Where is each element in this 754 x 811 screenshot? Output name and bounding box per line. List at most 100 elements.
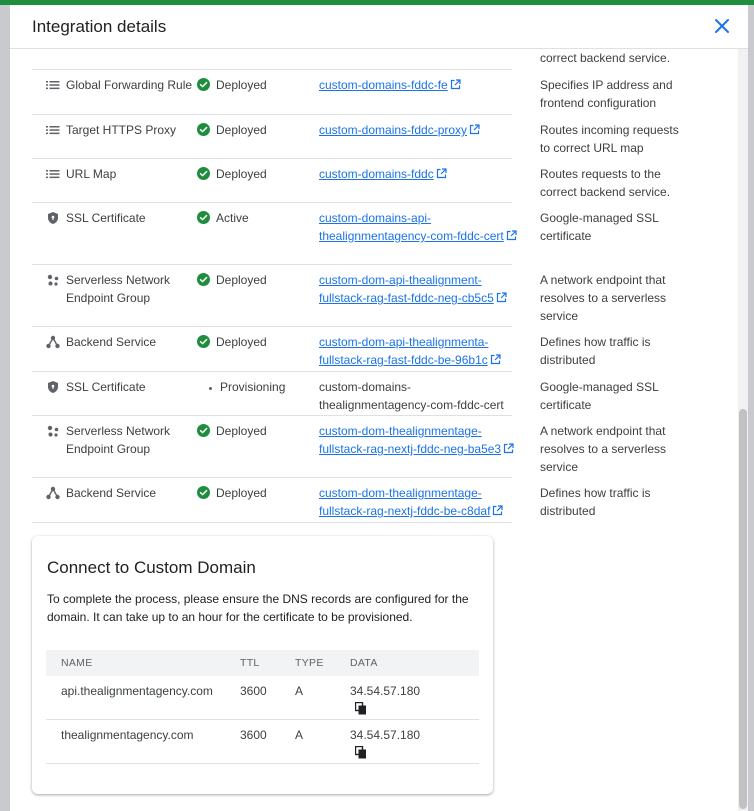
resource-description: correct backend service.	[540, 51, 671, 65]
table-row: URL Map Deployed custom-domains-fddc Routes…	[32, 159, 670, 203]
resource-type: Backend Service	[46, 484, 196, 502]
resource-name-cell: custom-dom-api-thealignmenta-fullstack-r…	[319, 333, 519, 369]
resource-description: Google-managed SSL certificate	[540, 380, 659, 412]
check-circle-icon	[197, 335, 210, 348]
dialog-content[interactable]: correct backend service. Global Forwardi…	[10, 49, 738, 811]
resource-link[interactable]: custom-dom-thealignmentage-fullstack-rag…	[319, 424, 501, 456]
copy-icon[interactable]	[355, 702, 367, 715]
resource-type: SSL Certificate	[46, 209, 196, 227]
status-badge: Active	[197, 209, 307, 227]
record-name: api.thealignmentagency.com	[61, 684, 213, 698]
resource-type-label: Target HTTPS Proxy	[66, 123, 177, 137]
resource-name-cell: custom-domains-fddc	[319, 165, 519, 183]
status-label: Provisioning	[220, 380, 286, 394]
dialog-title: Integration details	[32, 17, 167, 36]
list-icon	[46, 167, 60, 181]
shield-icon	[46, 211, 60, 225]
resource-type: SSL Certificate	[46, 378, 196, 396]
resource-link[interactable]: custom-domains-fddc	[319, 167, 434, 181]
resource-name-cell: custom-dom-thealignmentage-fullstack-rag…	[319, 484, 519, 520]
resource-type-label: Backend Service	[66, 486, 157, 500]
network-icon	[46, 424, 60, 438]
resource-name-cell: custom-domains-fddc-proxy	[319, 121, 519, 139]
external-link-icon	[450, 79, 461, 90]
record-type: A	[295, 728, 304, 742]
resource-name: custom-domains-thealignmentagency-com-fd…	[319, 380, 504, 412]
table-row: correct backend service.	[32, 49, 670, 70]
resource-link[interactable]: custom-dom-api-thealignmenta-fullstack-r…	[319, 335, 488, 367]
external-link-icon	[503, 443, 514, 454]
resource-name-cell: custom-domains-fddc-fe	[319, 76, 519, 94]
scrollbar[interactable]	[738, 49, 748, 811]
resource-link[interactable]: custom-dom-thealignmentage-fullstack-rag…	[319, 486, 490, 518]
resources-table: correct backend service. Global Forwardi…	[32, 49, 679, 523]
status-badge: Deployed	[197, 484, 307, 502]
resource-type: Serverless Network Endpoint Group	[46, 422, 196, 458]
external-link-icon	[506, 230, 517, 241]
resource-type-label: URL Map	[66, 167, 117, 181]
status-badge: Deployed	[197, 165, 307, 183]
list-icon	[46, 123, 60, 137]
column-header-ttl: TTL	[240, 657, 260, 669]
table-row: SSL Certificate Active custom-domains-api-…	[32, 203, 658, 265]
resource-type-label: Serverless Network Endpoint Group	[66, 273, 171, 305]
resource-link[interactable]: custom-domains-fddc-proxy	[319, 123, 467, 137]
external-link-icon	[493, 505, 504, 516]
resource-link[interactable]: custom-dom-api-thealignment-fullstack-ra…	[319, 273, 494, 305]
resource-description: A network endpoint that resolves to a se…	[540, 424, 667, 474]
close-icon[interactable]	[712, 16, 732, 36]
resource-description: Routes incoming requests to correct URL …	[540, 123, 679, 155]
table-header: NAME TTL TYPE DATA	[46, 650, 479, 676]
table-row: Serverless Network Endpoint Group Deploye…	[32, 416, 666, 478]
record-data: 34.54.57.180	[350, 728, 421, 742]
status-badge: Deployed	[197, 422, 307, 440]
record-name: thealignmentagency.com	[61, 728, 194, 742]
record-data: 34.54.57.180	[350, 684, 421, 698]
check-circle-icon	[197, 78, 210, 91]
resource-name-cell: custom-dom-api-thealignment-fullstack-ra…	[319, 271, 519, 307]
check-circle-icon	[197, 273, 210, 286]
check-circle-icon	[197, 123, 210, 136]
resource-type-label: Backend Service	[66, 335, 157, 349]
resource-name-cell: custom-domains-api-thealignmentagency-co…	[319, 209, 519, 245]
column-header-type: TYPE	[295, 657, 324, 669]
copy-icon[interactable]	[355, 746, 367, 759]
dialog-header: Integration details	[10, 5, 748, 49]
list-icon	[46, 78, 60, 92]
status-badge: Deployed	[197, 333, 307, 351]
loading-indicator-icon	[209, 387, 212, 390]
resource-description: A network endpoint that resolves to a se…	[540, 273, 667, 323]
status-label: Deployed	[216, 486, 267, 500]
table-row: Backend Service Deployed custom-dom-theali…	[32, 478, 651, 523]
status-badge: Deployed	[197, 121, 307, 139]
resource-type: Serverless Network Endpoint Group	[46, 271, 196, 307]
resource-type: Target HTTPS Proxy	[46, 121, 196, 139]
resource-type: Global Forwarding Rule	[46, 76, 196, 94]
resource-description: Google-managed SSL certificate	[540, 211, 659, 243]
status-label: Deployed	[216, 273, 267, 287]
resource-description: Defines how traffic is distributed	[540, 486, 651, 518]
resource-name-cell: custom-dom-thealignmentage-fullstack-rag…	[319, 422, 519, 458]
integration-details-dialog: Integration details correct backend serv…	[10, 5, 748, 811]
resource-type-label: Serverless Network Endpoint Group	[66, 424, 171, 456]
resource-link[interactable]: custom-domains-fddc-fe	[319, 78, 448, 92]
status-badge: Provisioning	[197, 378, 307, 396]
status-label: Deployed	[216, 335, 267, 349]
check-circle-icon	[197, 167, 210, 180]
table-row: Target HTTPS Proxy Deployed custom-domains…	[32, 115, 679, 159]
table-row: SSL Certificate Provisioning custom-domain…	[32, 372, 658, 416]
resource-link[interactable]: custom-domains-api-thealignmentagency-co…	[319, 211, 504, 243]
scrollbar-thumb[interactable]	[739, 409, 747, 809]
resource-description: Routes requests to the correct backend s…	[540, 167, 671, 199]
backdrop	[0, 5, 10, 811]
external-link-icon	[490, 354, 501, 365]
card-description: To complete the process, please ensure t…	[47, 592, 469, 624]
dns-records-table: NAME TTL TYPE DATA api.thealignmentagenc…	[46, 650, 479, 764]
resource-type: URL Map	[46, 165, 196, 183]
hierarchy-icon	[46, 335, 60, 349]
table-row: api.thealignmentagency.com 3600 A 34.54.…	[46, 676, 479, 720]
card-title: Connect to Custom Domain	[47, 558, 256, 577]
resource-description: Defines how traffic is distributed	[540, 335, 651, 367]
check-circle-icon	[197, 211, 210, 224]
resource-type-label: Global Forwarding Rule	[66, 78, 193, 92]
